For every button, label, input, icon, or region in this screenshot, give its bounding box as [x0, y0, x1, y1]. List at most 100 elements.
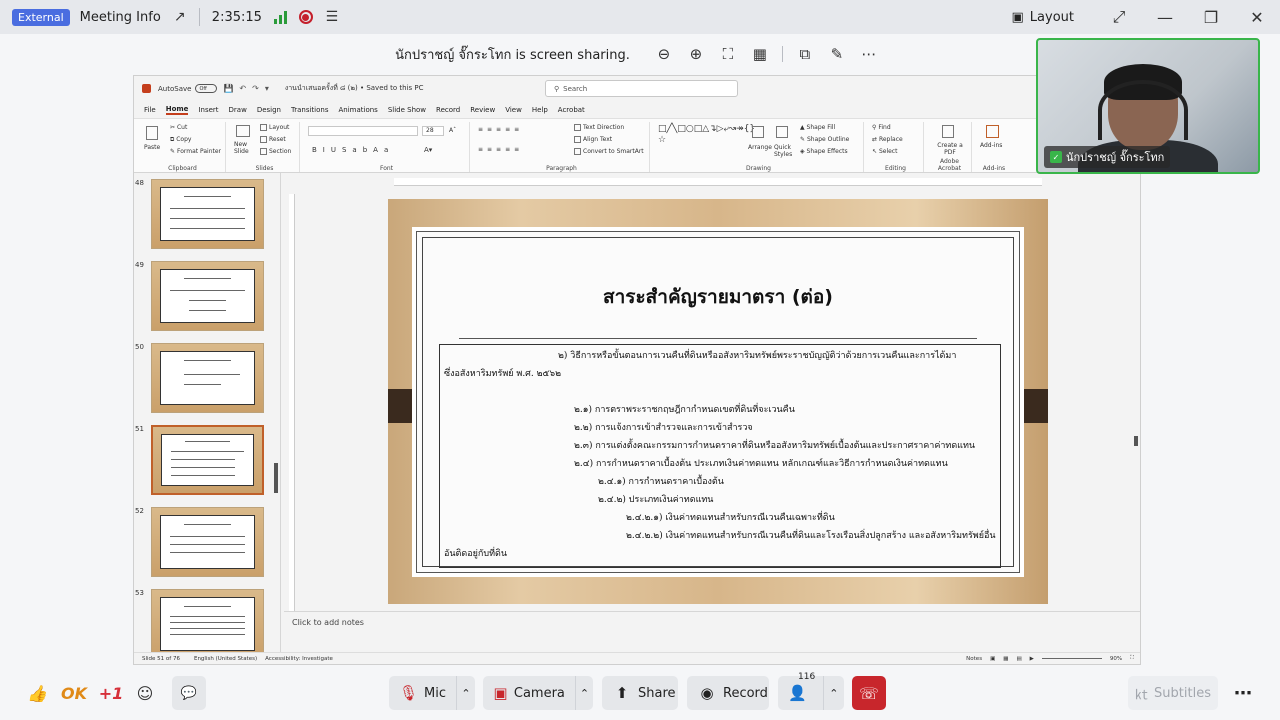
grow-font-icon[interactable]: Aˆ — [449, 127, 456, 134]
fit-slide-icon[interactable]: ⛶ — [1130, 655, 1134, 662]
tab-insert[interactable]: Insert — [198, 106, 218, 114]
find-button[interactable]: ⚲ Find — [872, 124, 891, 131]
slide-thumbnail[interactable] — [151, 589, 264, 653]
replace-button[interactable]: ⇄ Replace — [872, 136, 903, 143]
shape-effects-button[interactable]: ◈ Shape Effects — [800, 148, 848, 155]
slideshow-view-icon[interactable]: ▶ — [1030, 656, 1034, 662]
share-link-icon[interactable]: ↗ — [171, 8, 189, 26]
tab-record[interactable]: Record — [436, 106, 460, 114]
autosave-toggle[interactable]: Off — [195, 84, 218, 93]
layout-dropdown[interactable]: Layout — [260, 124, 289, 131]
tab-home[interactable]: Home — [165, 105, 189, 115]
tab-design[interactable]: Design — [257, 106, 281, 114]
tab-review[interactable]: Review — [470, 106, 495, 114]
meeting-menu-icon[interactable]: ☰ — [323, 8, 341, 26]
normal-view-icon[interactable]: ▣ — [990, 656, 995, 662]
slide-content-box[interactable]: ๒) วิธีการหรือขั้นตอนการเวนคืนที่ดินหรือ… — [439, 344, 1001, 568]
section-dropdown[interactable]: Section — [260, 148, 291, 155]
ok-reaction-button[interactable]: OK — [58, 678, 90, 708]
reading-view-icon[interactable]: ▤ — [1016, 656, 1021, 662]
thumbs-up-icon[interactable]: 👍 — [24, 678, 50, 708]
record-button[interactable]: ◉ Record — [687, 676, 769, 710]
zoom-out-icon[interactable]: ⊖ — [652, 42, 676, 66]
new-slide-button[interactable] — [236, 125, 252, 137]
slide-thumbnail[interactable] — [151, 261, 264, 331]
thumbnails-scrollbar[interactable] — [274, 463, 278, 493]
meeting-info-button[interactable]: Meeting Info — [80, 10, 161, 25]
notes-toggle[interactable]: Notes — [966, 656, 982, 662]
restore-button[interactable]: ❐ — [1188, 0, 1234, 34]
layout-button[interactable]: ▣ Layout — [1012, 10, 1075, 25]
mic-options-chevron-icon[interactable]: ⌃ — [456, 676, 475, 710]
font-style-buttons[interactable]: BIUSabAa — [312, 146, 394, 154]
align-text-button[interactable]: Align Text — [574, 136, 612, 143]
tab-help[interactable]: Help — [532, 106, 548, 114]
fullscreen-icon[interactable]: ⤢ — [1096, 0, 1142, 34]
quick-styles-button[interactable] — [776, 126, 790, 138]
mic-button[interactable]: 🎙 Mic ⌃ — [389, 676, 475, 710]
shape-outline-button[interactable]: ✎ Shape Outline — [800, 136, 849, 143]
format-painter-button[interactable]: ✎ Format Painter — [170, 148, 221, 155]
zoom-in-icon[interactable]: ⊕ — [684, 42, 708, 66]
tab-transitions[interactable]: Transitions — [291, 106, 329, 114]
chat-button[interactable]: 💬 — [172, 676, 206, 710]
close-button[interactable]: ✕ — [1234, 0, 1280, 34]
tab-acrobat[interactable]: Acrobat — [558, 106, 585, 114]
more-actions-icon[interactable]: ⋯ — [1226, 676, 1260, 710]
camera-options-chevron-icon[interactable]: ⌃ — [574, 676, 593, 710]
emoji-icon[interactable]: ☺ — [132, 678, 158, 708]
slide-thumbnail[interactable] — [151, 343, 264, 413]
notes-pane[interactable]: Click to add notes — [284, 611, 1140, 655]
minimize-button[interactable]: — — [1142, 0, 1188, 34]
signal-strength-icon[interactable] — [273, 10, 287, 24]
tab-animations[interactable]: Animations — [338, 106, 377, 114]
font-color-icon[interactable]: A▾ — [424, 146, 432, 154]
font-name-input[interactable] — [308, 126, 418, 136]
reset-button[interactable]: Reset — [260, 136, 286, 143]
undo-icon[interactable]: ↶ — [239, 84, 246, 93]
save-icon[interactable]: 💾 — [223, 84, 233, 93]
participants-options-chevron-icon[interactable]: ⌃ — [822, 676, 844, 710]
tab-view[interactable]: View — [505, 106, 522, 114]
slide-thumbnail[interactable] — [151, 507, 264, 577]
customize-toolbar-icon[interactable]: ▾ — [265, 84, 269, 93]
document-name[interactable]: งานนำเสนอครั้งที่ ๘ (๒) • Saved to this … — [285, 83, 424, 94]
plus-one-reaction-button[interactable]: +1 — [96, 678, 126, 708]
actual-size-icon[interactable]: ▦ — [748, 42, 772, 66]
slide-thumbnail[interactable] — [151, 179, 264, 249]
shape-fill-button[interactable]: ▲ Shape Fill — [800, 124, 835, 131]
zoom-slider[interactable] — [1041, 658, 1102, 659]
addins-button[interactable] — [986, 125, 1001, 138]
ppt-search-box[interactable]: ⚲ Search — [545, 80, 738, 97]
convert-smartart-button[interactable]: Convert to SmartArt — [574, 148, 644, 155]
tab-slide-show[interactable]: Slide Show — [388, 106, 426, 114]
participants-button[interactable]: 👤 116 ⌃ — [778, 672, 844, 710]
tab-file[interactable]: File — [144, 106, 156, 114]
language-status[interactable]: English (United States) — [194, 656, 257, 662]
shapes-gallery[interactable]: □╱╲□○□△↴▷⤶↝↠{}☆ — [658, 124, 755, 146]
sorter-view-icon[interactable]: ▦ — [1003, 656, 1008, 662]
pop-out-icon[interactable]: ⧉ — [793, 42, 817, 66]
arrange-button[interactable] — [752, 126, 766, 138]
accessibility-status[interactable]: Accessibility: Investigate — [265, 656, 333, 662]
select-button[interactable]: ↖ Select — [872, 148, 897, 155]
paste-button[interactable] — [146, 126, 160, 140]
align-buttons[interactable]: ≡≡≡≡≡ — [478, 146, 523, 153]
more-options-icon[interactable]: ⋯ — [857, 42, 881, 66]
copy-button[interactable]: ⧉ Copy — [170, 136, 191, 144]
tab-draw[interactable]: Draw — [229, 106, 247, 114]
participant-video-tile[interactable]: ✓ นักปราชญ์ จั๊กระโทก — [1036, 38, 1260, 174]
annotate-icon[interactable]: ✎ — [825, 42, 849, 66]
text-direction-button[interactable]: Text Direction — [574, 124, 624, 131]
fit-to-window-icon[interactable]: ⛶ — [716, 42, 740, 66]
slide-canvas[interactable]: สาระสำคัญรายมาตรา (ต่อ) ๒) วิธีการหรือขั… — [388, 199, 1048, 604]
share-button[interactable]: ⬆ Share — [602, 676, 678, 710]
redo-icon[interactable]: ↷ — [252, 84, 259, 93]
slide-title[interactable]: สาระสำคัญรายมาตรา (ต่อ) — [417, 282, 1019, 312]
subtitles-button[interactable]: ㏏ Subtitles — [1128, 676, 1218, 710]
list-buttons[interactable]: ≡≡≡≡≡ — [478, 126, 523, 133]
cut-button[interactable]: ✂ Cut — [170, 124, 187, 131]
slide-thumbnail-selected[interactable] — [151, 425, 264, 495]
slide-scrollbar[interactable] — [1134, 436, 1138, 446]
camera-button[interactable]: ▣ Camera ⌃ — [483, 676, 593, 710]
